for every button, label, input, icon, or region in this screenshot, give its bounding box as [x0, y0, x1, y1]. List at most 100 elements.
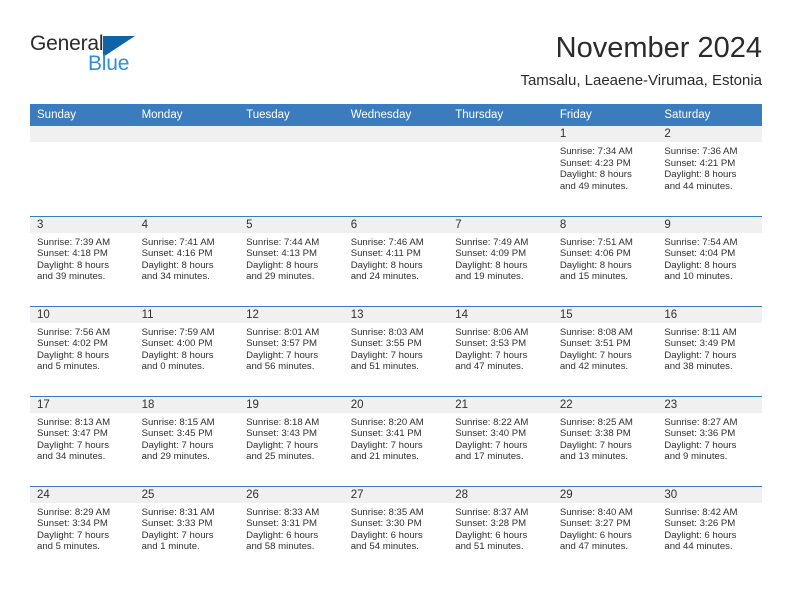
calendar-day-cell[interactable]: 27 Sunrise: 8:35 AM Sunset: 3:30 PM Dayligh… [343, 485, 449, 576]
calendar-day-cell[interactable]: 17 Sunrise: 8:13 AM Sunset: 3:47 PM Dayligh… [30, 395, 135, 486]
day-detail-daylight1: Daylight: 6 hours [664, 529, 737, 541]
day-detail-daylight2: and 21 minutes. [350, 451, 419, 463]
calendar-day-cell[interactable]: 30 Sunrise: 8:42 AM Sunset: 3:26 PM Dayligh… [657, 485, 762, 576]
calendar-day-cell[interactable]: 14 Sunrise: 8:06 AM Sunset: 3:53 PM Dayligh… [448, 305, 553, 396]
day-detail-sunrise: Sunrise: 8:37 AM [455, 506, 529, 518]
day-detail-sunset: Sunset: 3:43 PM [246, 428, 318, 440]
day-number: 29 [552, 486, 658, 503]
day-number: 16 [657, 306, 762, 323]
day-detail-sunrise: Sunrise: 8:20 AM [350, 416, 424, 428]
title-block: November 2024 Tamsalu, Laeaene-Virumaa, … [520, 30, 762, 92]
calendar-day-cell[interactable]: 7 Sunrise: 7:49 AM Sunset: 4:09 PM Daylight… [448, 215, 553, 306]
day-detail-daylight2: and 5 minutes. [37, 541, 100, 553]
calendar-day-cell[interactable]: 20 Sunrise: 8:20 AM Sunset: 3:41 PM Dayligh… [343, 395, 449, 486]
page-header: General Blue November 2024 Tamsalu, Laea… [30, 32, 762, 90]
day-detail-daylight1: Daylight: 8 hours [664, 259, 737, 271]
day-detail-daylight2: and 19 minutes. [455, 271, 524, 283]
day-detail-daylight2: and 54 minutes. [350, 541, 419, 553]
calendar-day-cell[interactable]: 25 Sunrise: 8:31 AM Sunset: 3:33 PM Dayligh… [134, 485, 240, 576]
calendar-day-cell-empty [239, 126, 344, 216]
day-detail-daylight2: and 42 minutes. [559, 361, 629, 373]
day-details: Sunrise: 8:15 AM Sunset: 3:45 PM Daylight:… [135, 413, 240, 463]
day-detail-sunset: Sunset: 3:47 PM [37, 428, 108, 440]
day-number: 14 [448, 306, 553, 323]
day-detail-sunset: Sunset: 3:28 PM [455, 518, 527, 530]
calendar-day-cell[interactable]: 1 Sunrise: 7:34 AM Sunset: 4:23 PM Daylight… [552, 126, 658, 216]
day-number: 5 [239, 216, 344, 233]
day-detail-sunset: Sunset: 3:45 PM [141, 428, 213, 440]
day-detail-sunset: Sunset: 4:16 PM [141, 248, 213, 260]
calendar-day-cell[interactable]: 19 Sunrise: 8:18 AM Sunset: 3:43 PM Dayligh… [239, 395, 344, 486]
calendar-day-cell[interactable]: 8 Sunrise: 7:51 AM Sunset: 4:06 PM Daylight… [552, 215, 658, 306]
calendar-day-cell-empty [343, 126, 449, 216]
day-detail-sunset: Sunset: 4:21 PM [664, 157, 736, 169]
calendar-day-cell[interactable]: 26 Sunrise: 8:33 AM Sunset: 3:31 PM Dayligh… [239, 485, 344, 576]
calendar-day-cell[interactable]: 4 Sunrise: 7:41 AM Sunset: 4:16 PM Daylight… [134, 215, 240, 306]
calendar-day-cell[interactable]: 18 Sunrise: 8:15 AM Sunset: 3:45 PM Dayligh… [134, 395, 240, 486]
day-details: Sunrise: 7:44 AM Sunset: 4:13 PM Daylight:… [239, 233, 344, 283]
day-number: 3 [30, 216, 135, 233]
day-detail-daylight2: and 34 minutes. [141, 271, 210, 283]
day-detail-sunset: Sunset: 4:23 PM [559, 157, 631, 169]
calendar-day-cell[interactable]: 23 Sunrise: 8:27 AM Sunset: 3:36 PM Dayligh… [657, 395, 762, 486]
day-detail-daylight1: Daylight: 7 hours [455, 349, 528, 361]
calendar-day-cell[interactable]: 11 Sunrise: 7:59 AM Sunset: 4:00 PM Dayligh… [134, 305, 240, 396]
day-detail-sunset: Sunset: 3:36 PM [664, 428, 736, 440]
calendar-day-cell[interactable]: 6 Sunrise: 7:46 AM Sunset: 4:11 PM Daylight… [343, 215, 449, 306]
day-detail-daylight2: and 13 minutes. [559, 451, 629, 463]
day-detail-daylight1: Daylight: 7 hours [246, 349, 319, 361]
calendar-day-cell[interactable]: 3 Sunrise: 7:39 AM Sunset: 4:18 PM Daylight… [30, 215, 135, 306]
calendar-day-cell[interactable]: 28 Sunrise: 8:37 AM Sunset: 3:28 PM Dayligh… [448, 485, 553, 576]
day-detail-daylight1: Daylight: 6 hours [246, 529, 319, 541]
day-number: 11 [134, 306, 240, 323]
day-number: 2 [657, 126, 762, 142]
general-blue-logo[interactable]: General Blue [30, 32, 150, 80]
day-detail-sunrise: Sunrise: 7:34 AM [559, 146, 633, 157]
weekday-header-wednesday: Wednesday [343, 104, 449, 126]
day-detail-daylight2: and 29 minutes. [141, 451, 210, 463]
calendar-day-cell[interactable]: 16 Sunrise: 8:11 AM Sunset: 3:49 PM Dayligh… [657, 305, 762, 396]
calendar-day-cell[interactable]: 29 Sunrise: 8:40 AM Sunset: 3:27 PM Dayligh… [552, 485, 658, 576]
day-detail-daylight2: and 38 minutes. [664, 361, 733, 373]
day-detail-sunrise: Sunrise: 8:11 AM [664, 326, 737, 338]
calendar-day-cell[interactable]: 9 Sunrise: 7:54 AM Sunset: 4:04 PM Daylight… [657, 215, 762, 306]
calendar-day-cell[interactable]: 12 Sunrise: 8:01 AM Sunset: 3:57 PM Dayligh… [239, 305, 344, 396]
day-detail-daylight1: Daylight: 8 hours [350, 259, 423, 271]
calendar-day-cell[interactable]: 21 Sunrise: 8:22 AM Sunset: 3:40 PM Dayligh… [448, 395, 553, 486]
day-number: 4 [134, 216, 240, 233]
day-number: 20 [343, 396, 449, 413]
calendar-day-cell[interactable]: 15 Sunrise: 8:08 AM Sunset: 3:51 PM Dayligh… [552, 305, 658, 396]
calendar-day-cell[interactable]: 22 Sunrise: 8:25 AM Sunset: 3:38 PM Dayligh… [552, 395, 658, 486]
day-detail-sunrise: Sunrise: 8:33 AM [246, 506, 320, 518]
day-detail-sunrise: Sunrise: 7:36 AM [664, 146, 738, 157]
day-detail-daylight1: Daylight: 8 hours [559, 169, 632, 181]
day-detail-sunrise: Sunrise: 7:46 AM [350, 236, 424, 248]
calendar-day-cell[interactable]: 10 Sunrise: 7:56 AM Sunset: 4:02 PM Dayligh… [30, 305, 135, 396]
day-detail-daylight1: Daylight: 7 hours [350, 349, 423, 361]
day-detail-sunrise: Sunrise: 7:44 AM [246, 236, 320, 248]
calendar-day-cell[interactable]: 13 Sunrise: 8:03 AM Sunset: 3:55 PM Dayligh… [343, 305, 449, 396]
calendar-day-cell[interactable]: 24 Sunrise: 8:29 AM Sunset: 3:34 PM Dayligh… [30, 485, 135, 576]
day-details: Sunrise: 7:34 AM Sunset: 4:23 PM Daylight:… [553, 142, 658, 192]
day-detail-daylight2: and 44 minutes. [664, 180, 733, 192]
day-detail-daylight2: and 5 minutes. [37, 361, 100, 373]
day-detail-daylight1: Daylight: 7 hours [37, 439, 109, 451]
day-detail-daylight2: and 1 minute. [141, 541, 200, 553]
day-details: Sunrise: 8:29 AM Sunset: 3:34 PM Daylight:… [30, 503, 135, 553]
day-detail-daylight2: and 25 minutes. [246, 451, 315, 463]
day-detail-sunrise: Sunrise: 8:03 AM [350, 326, 424, 338]
calendar-day-cell[interactable]: 2 Sunrise: 7:36 AM Sunset: 4:21 PM Daylight… [657, 126, 762, 216]
day-number: 27 [343, 486, 449, 503]
calendar-week-row: 24 Sunrise: 8:29 AM Sunset: 3:34 PM Dayligh… [30, 485, 762, 576]
calendar-day-cell[interactable]: 5 Sunrise: 7:44 AM Sunset: 4:13 PM Daylight… [239, 215, 344, 306]
day-detail-sunset: Sunset: 3:57 PM [246, 338, 318, 350]
day-detail-daylight1: Daylight: 7 hours [141, 529, 214, 541]
day-detail-daylight2: and 17 minutes. [455, 451, 524, 463]
day-detail-daylight2: and 10 minutes. [664, 271, 733, 283]
day-detail-daylight1: Daylight: 7 hours [559, 439, 632, 451]
day-detail-daylight1: Daylight: 6 hours [455, 529, 528, 541]
day-details: Sunrise: 8:27 AM Sunset: 3:36 PM Daylight:… [657, 413, 762, 463]
day-details: Sunrise: 8:13 AM Sunset: 3:47 PM Daylight:… [30, 413, 135, 463]
day-detail-sunrise: Sunrise: 8:31 AM [141, 506, 215, 518]
day-detail-sunset: Sunset: 3:26 PM [664, 518, 736, 530]
